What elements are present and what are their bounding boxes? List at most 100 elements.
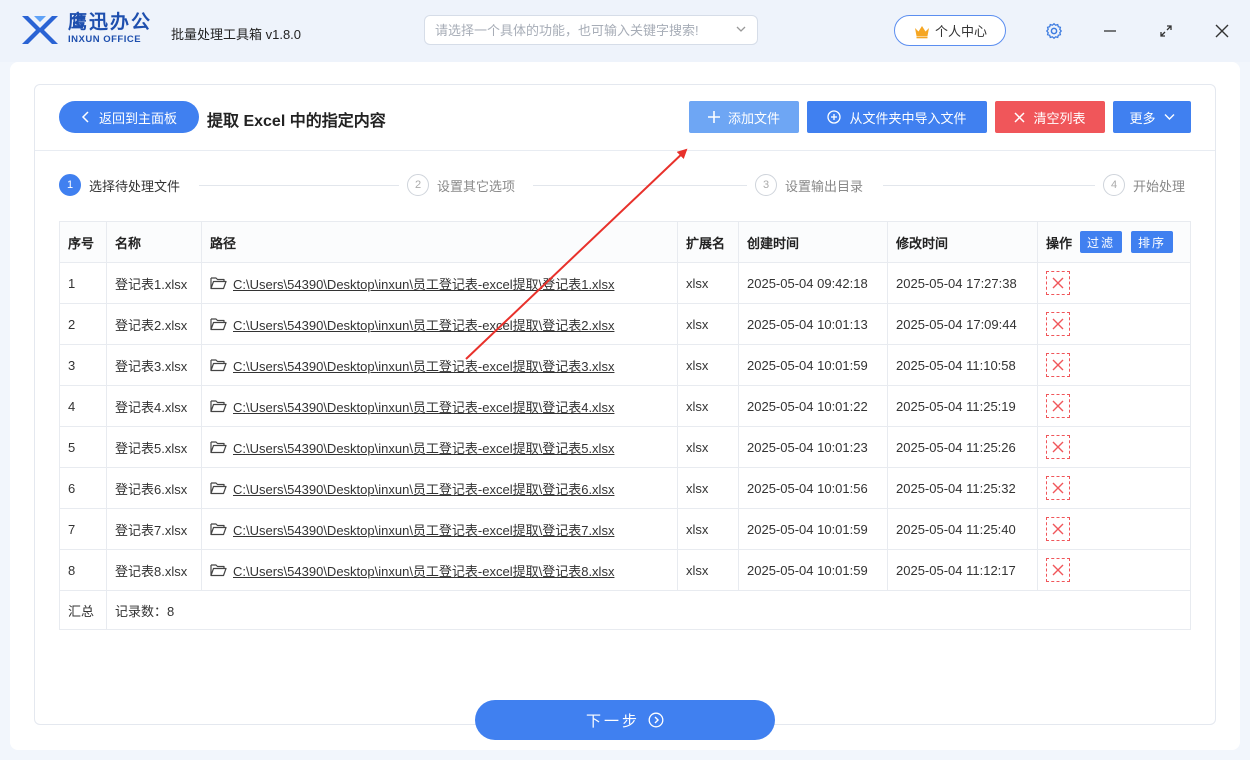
cell-name: 登记表1.xlsx [107,263,202,303]
cell-index: 6 [60,468,107,508]
cell-ext: xlsx [678,304,739,344]
cell-modified: 2025-05-04 11:12:17 [888,550,1038,590]
import-folder-label: 从文件夹中导入文件 [849,110,967,126]
cell-created: 2025-05-04 10:01:56 [739,468,888,508]
add-circle-icon [827,110,842,124]
close-icon [1215,24,1229,38]
delete-row-button[interactable] [1046,517,1070,541]
close-button[interactable] [1209,18,1235,44]
delete-row-button[interactable] [1046,271,1070,295]
step-label: 选择待处理文件 [89,178,181,194]
brand-name-en: INXUN OFFICE [68,34,142,45]
next-step-label: 下一步 [585,712,640,730]
file-path-link[interactable]: C:\Users\54390\Desktop\inxun\员工登记表-excel… [233,520,614,539]
chevron-down-icon [1164,114,1174,120]
delete-row-button[interactable] [1046,558,1070,582]
table-row[interactable]: 4 登记表4.xlsx C:\Users\54390\Desktop\inxun\员… [60,386,1190,427]
cell-action [1038,509,1190,549]
cell-ext: xlsx [678,509,739,549]
sort-button[interactable]: 排序 [1131,231,1174,253]
header-name: 名称 [107,222,202,262]
summary-count: 记录数：8 [115,603,175,619]
folder-icon [210,400,227,413]
cell-created: 2025-05-04 10:01:23 [739,427,888,467]
step-number: 4 [1103,174,1125,196]
delete-row-button[interactable] [1046,394,1070,418]
delete-icon [1052,441,1064,453]
folder-icon [210,482,227,495]
chevron-down-icon[interactable] [735,23,747,35]
file-path-link[interactable]: C:\Users\54390\Desktop\inxun\员工登记表-excel… [233,315,614,334]
table-row[interactable]: 8 登记表8.xlsx C:\Users\54390\Desktop\inxun\员… [60,550,1190,591]
cell-created: 2025-05-04 10:01:59 [739,550,888,590]
filter-button[interactable]: 过滤 [1080,231,1123,253]
cell-name: 登记表2.xlsx [107,304,202,344]
cell-created: 2025-05-04 09:42:18 [739,263,888,303]
file-path-link[interactable]: C:\Users\54390\Desktop\inxun\员工登记表-excel… [233,479,614,498]
delete-row-button[interactable] [1046,476,1070,500]
file-path-link[interactable]: C:\Users\54390\Desktop\inxun\员工登记表-excel… [233,356,614,375]
brand: 鹰迅办公 INXUN OFFICE [68,12,152,46]
cell-name: 登记表3.xlsx [107,345,202,385]
minimize-button[interactable] [1097,18,1123,44]
cell-modified: 2025-05-04 17:09:44 [888,304,1038,344]
add-file-button[interactable]: 添加文件 [689,101,799,133]
back-to-main-button[interactable]: 返回到主面板 [59,101,199,133]
next-step-button[interactable]: 下一步 [475,700,775,740]
delete-row-button[interactable] [1046,353,1070,377]
search-box[interactable] [424,15,758,45]
user-center-label: 个人中心 [934,24,987,39]
x-icon [1014,111,1026,123]
import-folder-button[interactable]: 从文件夹中导入文件 [807,101,987,133]
user-center-button[interactable]: 个人中心 [894,15,1006,46]
cell-action [1038,468,1190,508]
cell-ext: xlsx [678,263,739,303]
settings-button[interactable] [1041,18,1067,44]
header-action: 操作 过滤 排序 [1038,222,1190,262]
cell-modified: 2025-05-04 11:10:58 [888,345,1038,385]
file-path-link[interactable]: C:\Users\54390\Desktop\inxun\员工登记表-excel… [233,274,614,293]
cell-path: C:\Users\54390\Desktop\inxun\员工登记表-excel… [202,345,678,385]
cell-name: 登记表4.xlsx [107,386,202,426]
delete-icon [1052,318,1064,330]
cell-ext: xlsx [678,345,739,385]
delete-icon [1052,482,1064,494]
more-button[interactable]: 更多 [1113,101,1191,133]
folder-icon [210,523,227,536]
clear-list-button[interactable]: 清空列表 [995,101,1105,133]
cell-index: 8 [60,550,107,590]
cell-created: 2025-05-04 10:01:59 [739,345,888,385]
table-row[interactable]: 5 登记表5.xlsx C:\Users\54390\Desktop\inxun\员… [60,427,1190,468]
summary-row: 汇总 记录数：8 [60,591,1190,629]
table-row[interactable]: 2 登记表2.xlsx C:\Users\54390\Desktop\inxun\员… [60,304,1190,345]
search-input[interactable] [425,16,725,44]
step-4: 4 开始处理 [1103,174,1185,196]
cell-name: 登记表7.xlsx [107,509,202,549]
table-row[interactable]: 6 登记表6.xlsx C:\Users\54390\Desktop\inxun\员… [60,468,1190,509]
header-ext: 扩展名 [678,222,739,262]
table-row[interactable]: 1 登记表1.xlsx C:\Users\54390\Desktop\inxun\员… [60,263,1190,304]
cell-path: C:\Users\54390\Desktop\inxun\员工登记表-excel… [202,263,678,303]
cell-ext: xlsx [678,468,739,508]
delete-row-button[interactable] [1046,312,1070,336]
table-row[interactable]: 3 登记表3.xlsx C:\Users\54390\Desktop\inxun\员… [60,345,1190,386]
table-row[interactable]: 7 登记表7.xlsx C:\Users\54390\Desktop\inxun\员… [60,509,1190,550]
back-chevron-icon [81,111,89,123]
delete-icon [1052,564,1064,576]
cell-name: 登记表5.xlsx [107,427,202,467]
file-path-link[interactable]: C:\Users\54390\Desktop\inxun\员工登记表-excel… [233,561,614,580]
file-table: 序号 名称 路径 扩展名 创建时间 修改时间 操作 过滤 排序 1 登记表1.xl… [59,221,1191,630]
step-2: 2 设置其它选项 [407,174,515,196]
file-path-link[interactable]: C:\Users\54390\Desktop\inxun\员工登记表-excel… [233,397,614,416]
cell-modified: 2025-05-04 17:27:38 [888,263,1038,303]
maximize-button[interactable] [1153,18,1179,44]
gear-icon [1045,22,1063,40]
step-label: 设置其它选项 [437,178,516,194]
cell-index: 4 [60,386,107,426]
file-path-link[interactable]: C:\Users\54390\Desktop\inxun\员工登记表-excel… [233,438,614,457]
cell-action [1038,550,1190,590]
header-modified: 修改时间 [888,222,1038,262]
delete-row-button[interactable] [1046,435,1070,459]
delete-icon [1052,400,1064,412]
folder-icon [210,359,227,372]
